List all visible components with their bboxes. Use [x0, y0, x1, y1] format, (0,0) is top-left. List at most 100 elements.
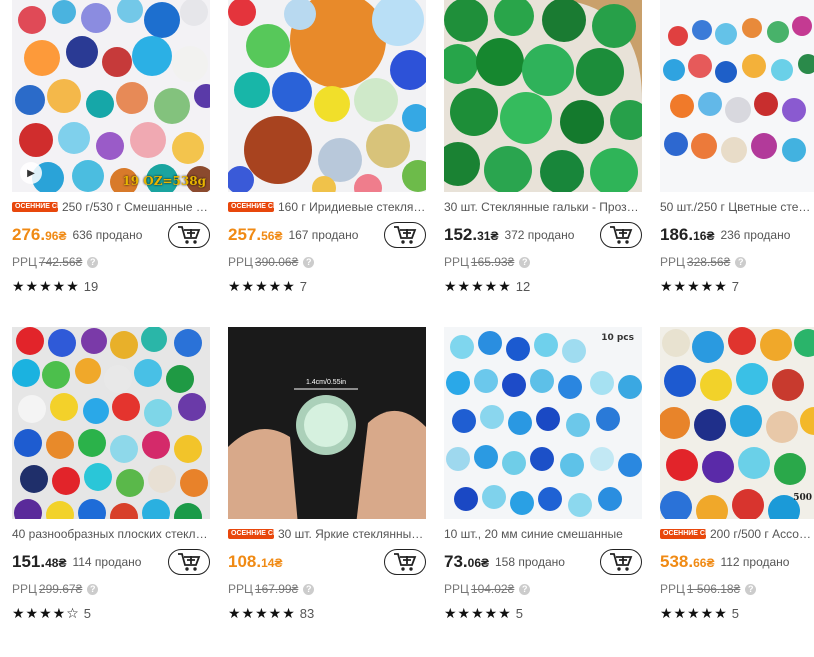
product-image[interactable] — [444, 0, 642, 192]
product-title[interactable]: 10 шт., 20 мм синие смешанные — [444, 527, 623, 541]
cart-icon — [394, 226, 417, 244]
add-to-cart-button[interactable] — [600, 222, 642, 248]
old-price: 165.93₴ — [470, 255, 515, 269]
cart-icon — [178, 226, 201, 244]
product-card[interactable]: 50 шт./250 г Цветные стеклянные 186.16₴ … — [660, 0, 814, 294]
product-card[interactable]: 500 ОСЕННИЕ СКИДКИ 200 г/500 г Ассорти 5… — [660, 327, 814, 621]
sold-count: 372 продано — [504, 228, 575, 242]
old-price: 742.56₴ — [38, 255, 83, 269]
review-count: 5 — [731, 605, 739, 621]
add-to-cart-button[interactable] — [600, 549, 642, 575]
product-price: 108.14₴ — [228, 552, 283, 571]
rrc-label: РРЦ — [12, 255, 37, 269]
old-price: 390.06₴ — [254, 255, 299, 269]
product-image[interactable]: 500 — [660, 327, 814, 519]
rating-stars: ★★★★★ — [660, 604, 728, 621]
rrc-label: РРЦ — [228, 255, 253, 269]
info-icon[interactable]: ? — [303, 583, 315, 595]
old-price: 1 506.18₴ — [686, 582, 741, 596]
add-to-cart-button[interactable] — [168, 549, 210, 575]
info-icon[interactable]: ? — [745, 583, 757, 595]
rrc-label: РРЦ — [660, 255, 685, 269]
info-icon[interactable]: ? — [519, 256, 531, 268]
review-count: 19 — [83, 278, 99, 294]
image-caption: 10 pcs — [601, 333, 634, 343]
rrc-label: РРЦ — [228, 582, 253, 596]
info-icon[interactable]: ? — [735, 256, 747, 268]
old-price: 104.02₴ — [470, 582, 515, 596]
sold-count: 167 продано — [288, 228, 359, 242]
product-image[interactable]: ▶ 19 OZ=538g — [12, 0, 210, 192]
product-image[interactable] — [660, 0, 814, 192]
product-price: 186.16₴ — [660, 225, 715, 244]
info-icon[interactable]: ? — [87, 583, 99, 595]
product-image[interactable]: 1.4cm/0.55in — [228, 327, 426, 519]
product-price: 538.66₴ — [660, 552, 715, 571]
add-to-cart-button[interactable] — [384, 549, 426, 575]
rating-stars: ★★★★★ — [444, 277, 512, 294]
product-title[interactable]: 160 г Иридиевые стеклянные шарики — [278, 200, 426, 214]
cart-icon — [610, 226, 633, 244]
sold-count: 636 продано — [72, 228, 143, 242]
review-count: 12 — [515, 278, 531, 294]
product-title[interactable]: 30 шт. Стеклянные гальки - Прозрачные — [444, 200, 642, 214]
product-image[interactable] — [228, 0, 426, 192]
rrc-label: РРЦ — [444, 582, 469, 596]
promo-badge: ОСЕННИЕ СКИДКИ — [228, 202, 297, 212]
product-title[interactable]: 250 г/530 г Смешанные стеклянные шарики — [62, 200, 210, 214]
rating-stars: ★★★★★ — [660, 277, 728, 294]
rating-stars: ★★★★★ — [228, 604, 296, 621]
product-title[interactable]: 200 г/500 г Ассорти — [710, 527, 814, 541]
old-price: 328.56₴ — [686, 255, 731, 269]
info-icon[interactable]: ? — [303, 256, 315, 268]
product-card[interactable]: ОСЕННИЕ СКИДКИ 160 г Иридиевые стеклянны… — [228, 0, 426, 294]
sold-count: 112 продано — [720, 555, 790, 569]
add-to-cart-button[interactable] — [384, 222, 426, 248]
review-count: 5 — [83, 605, 91, 621]
promo-badge: ОСЕННИЕ СКИДКИ — [12, 202, 81, 212]
product-title[interactable]: 30 шт. Яркие стеклянные шарики — [278, 527, 426, 541]
old-price: 299.67₴ — [38, 582, 83, 596]
product-image[interactable] — [12, 327, 210, 519]
review-count: 7 — [299, 278, 307, 294]
product-card[interactable]: 1.4cm/0.55in ОСЕННИЕ СКИДКИ 30 шт. Яркие… — [228, 327, 426, 621]
product-price: 151.48₴ — [12, 552, 67, 571]
cart-icon — [610, 553, 633, 571]
review-count: 5 — [515, 605, 523, 621]
rrc-label: РРЦ — [660, 582, 685, 596]
product-price: 73.06₴ — [444, 552, 489, 571]
rating-stars: ★★★★★ — [12, 277, 80, 294]
product-card[interactable]: 40 разнообразных плоских стеклянных 151.… — [12, 327, 210, 621]
rating-stars: ★★★★★ — [444, 604, 512, 621]
info-icon[interactable]: ? — [519, 583, 531, 595]
info-icon[interactable]: ? — [87, 256, 99, 268]
product-card[interactable]: 10 pcs 10 шт., 20 мм синие смешанные 73.… — [444, 327, 642, 621]
sold-count: 114 продано — [72, 555, 142, 569]
rating-stars: ★★★★★ — [228, 277, 296, 294]
rrc-label: РРЦ — [444, 255, 469, 269]
dimension-label: 1.4cm/0.55in — [306, 379, 346, 386]
image-caption: 500 — [793, 493, 812, 503]
play-icon[interactable]: ▶ — [20, 162, 42, 184]
review-count: 83 — [299, 605, 315, 621]
cart-icon — [394, 553, 417, 571]
review-count: 7 — [731, 278, 739, 294]
product-image[interactable]: 10 pcs — [444, 327, 642, 519]
product-price: 152.31₴ — [444, 225, 499, 244]
sold-count: 236 продано — [720, 228, 791, 242]
image-caption: 19 OZ=538g — [122, 174, 206, 188]
product-title[interactable]: 40 разнообразных плоских стеклянных — [12, 527, 210, 541]
sold-count: 158 продано — [495, 555, 565, 569]
product-title[interactable]: 50 шт./250 г Цветные стеклянные — [660, 200, 814, 214]
rating-stars: ★★★★☆ — [12, 604, 80, 621]
old-price: 167.99₴ — [254, 582, 299, 596]
promo-badge: ОСЕННИЕ СКИДКИ — [660, 529, 729, 539]
cart-icon — [178, 553, 201, 571]
product-card[interactable]: ▶ 19 OZ=538g ОСЕННИЕ СКИДКИ 250 г/530 г … — [12, 0, 210, 294]
rrc-label: РРЦ — [12, 582, 37, 596]
product-price: 276.96₴ — [12, 225, 67, 244]
add-to-cart-button[interactable] — [168, 222, 210, 248]
product-card[interactable]: 30 шт. Стеклянные гальки - Прозрачные 15… — [444, 0, 642, 294]
product-price: 257.56₴ — [228, 225, 283, 244]
promo-badge: ОСЕННИЕ СКИДКИ — [228, 529, 297, 539]
